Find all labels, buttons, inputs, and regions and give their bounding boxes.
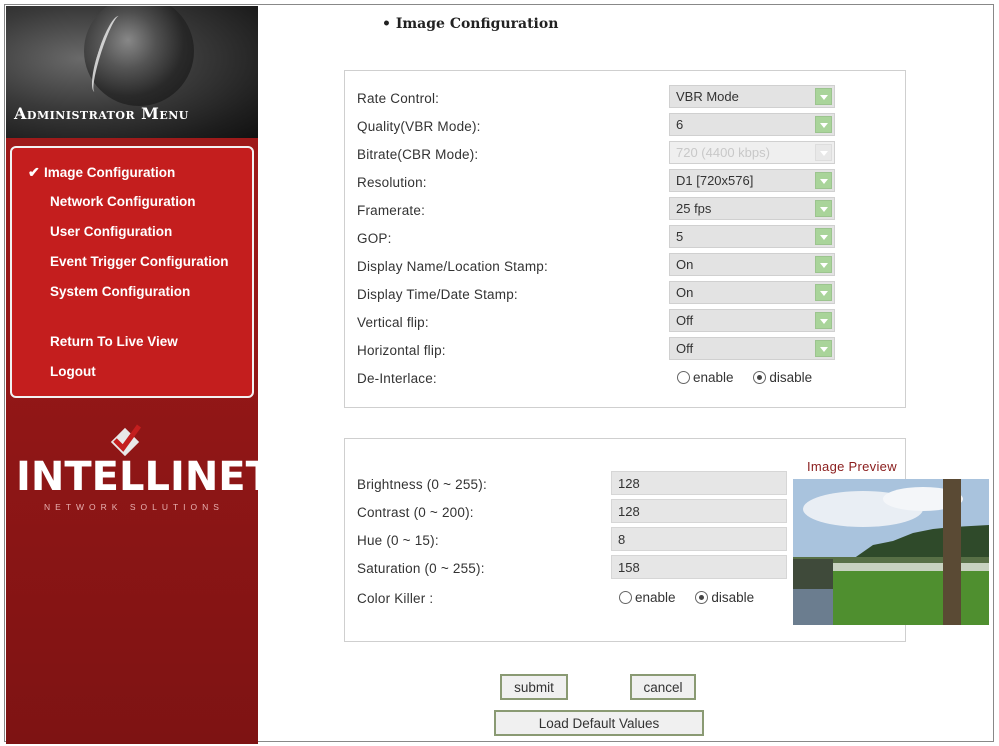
deinterlace-label: De-Interlace: xyxy=(357,371,437,386)
radio-icon[interactable] xyxy=(619,591,632,604)
framerate-select[interactable]: 25 fps xyxy=(669,197,835,220)
menu-item-network-configuration[interactable]: Network Configuration xyxy=(50,194,196,209)
encoding-settings-panel: Rate Control: VBR Mode Quality(VBR Mode)… xyxy=(344,70,906,408)
admin-menu: ✔ Image Configuration Network Configurati… xyxy=(10,146,254,398)
select-value: D1 [720x576] xyxy=(676,173,754,188)
time-date-stamp-label: Display Time/Date Stamp: xyxy=(357,287,518,302)
contrast-label: Contrast (0 ~ 200): xyxy=(357,505,474,520)
resolution-label: Resolution: xyxy=(357,175,427,190)
bitrate-select: 720 (4400 kbps) xyxy=(669,141,835,164)
admin-menu-title: Administrator Menu xyxy=(14,104,189,123)
page-title: • Image Configuration xyxy=(382,16,559,32)
menu-item-return-to-live-view[interactable]: Return To Live View xyxy=(50,334,178,349)
chevron-down-icon xyxy=(815,340,832,357)
color-killer-disable-option[interactable]: disable xyxy=(695,590,754,605)
chevron-down-icon xyxy=(815,116,832,133)
logo-checkmark-icon xyxy=(110,424,142,456)
brightness-label: Brightness (0 ~ 255): xyxy=(357,477,487,492)
chevron-down-icon xyxy=(815,284,832,301)
logo-subtitle: NETWORK SOLUTIONS xyxy=(44,502,224,512)
quality-select[interactable]: 6 xyxy=(669,113,835,136)
select-value: On xyxy=(676,257,694,272)
select-value: On xyxy=(676,285,694,300)
image-preview xyxy=(793,479,989,625)
chevron-down-icon xyxy=(815,312,832,329)
select-value: 720 (4400 kbps) xyxy=(676,145,770,160)
framerate-label: Framerate: xyxy=(357,203,426,218)
color-killer-label: Color Killer : xyxy=(357,591,434,606)
sidebar: Administrator Menu ✔ Image Configuration … xyxy=(6,6,258,744)
image-preview-label: Image Preview xyxy=(807,459,897,474)
option-label: enable xyxy=(635,590,676,605)
cancel-button[interactable]: cancel xyxy=(630,674,696,700)
camera-banner: Administrator Menu xyxy=(6,6,258,138)
option-label: disable xyxy=(769,370,813,385)
bitrate-label: Bitrate(CBR Mode): xyxy=(357,147,479,162)
radio-icon[interactable] xyxy=(677,371,690,384)
main-content: • Image Configuration Rate Control: VBR … xyxy=(262,6,992,742)
select-value: VBR Mode xyxy=(676,89,739,104)
rate-control-select[interactable]: VBR Mode xyxy=(669,85,835,108)
menu-item-logout[interactable]: Logout xyxy=(50,364,96,379)
menu-item-user-configuration[interactable]: User Configuration xyxy=(50,224,172,239)
time-date-stamp-select[interactable]: On xyxy=(669,281,835,304)
option-label: enable xyxy=(693,370,734,385)
chevron-down-icon xyxy=(815,144,832,161)
saturation-input[interactable]: 158 xyxy=(611,555,787,579)
saturation-label: Saturation (0 ~ 255): xyxy=(357,561,485,576)
name-location-stamp-select[interactable]: On xyxy=(669,253,835,276)
chevron-down-icon xyxy=(815,228,832,245)
brightness-input[interactable]: 128 xyxy=(611,471,787,495)
contrast-input[interactable]: 128 xyxy=(611,499,787,523)
name-location-stamp-label: Display Name/Location Stamp: xyxy=(357,259,548,274)
deinterlace-radio-group: enable disable xyxy=(677,370,812,385)
select-value: 5 xyxy=(676,229,684,244)
rate-control-label: Rate Control: xyxy=(357,91,440,106)
quality-label: Quality(VBR Mode): xyxy=(357,119,481,134)
intellinet-logo: INTELLINET NETWORK SOLUTIONS xyxy=(16,416,258,526)
select-value: Off xyxy=(676,313,694,328)
load-default-values-button[interactable]: Load Default Values xyxy=(494,710,704,736)
chevron-down-icon xyxy=(815,200,832,217)
select-value: Off xyxy=(676,341,694,356)
logo-text: INTELLINET xyxy=(16,454,258,500)
checkmark-icon: ✔ xyxy=(28,164,40,180)
select-value: 25 fps xyxy=(676,201,712,216)
color-killer-radio-group: enable disable xyxy=(619,590,754,605)
gop-label: GOP: xyxy=(357,231,392,246)
hue-input[interactable]: 8 xyxy=(611,527,787,551)
color-killer-enable-option[interactable]: enable xyxy=(619,590,676,605)
camera-preview-image xyxy=(793,479,989,625)
vertical-flip-select[interactable]: Off xyxy=(669,309,835,332)
horizontal-flip-label: Horizontal flip: xyxy=(357,343,446,358)
deinterlace-disable-option[interactable]: disable xyxy=(753,370,812,385)
chevron-down-icon xyxy=(815,88,832,105)
menu-item-image-configuration[interactable]: ✔ Image Configuration xyxy=(28,164,175,181)
horizontal-flip-select[interactable]: Off xyxy=(669,337,835,360)
deinterlace-enable-option[interactable]: enable xyxy=(677,370,734,385)
hue-label: Hue (0 ~ 15): xyxy=(357,533,439,548)
menu-item-system-configuration[interactable]: System Configuration xyxy=(50,284,190,299)
option-label: disable xyxy=(711,590,755,605)
menu-item-event-trigger-configuration[interactable]: Event Trigger Configuration xyxy=(50,254,229,269)
image-adjust-panel: Brightness (0 ~ 255): 128 Contrast (0 ~ … xyxy=(344,438,989,642)
menu-item-label: Image Configuration xyxy=(44,165,176,180)
select-value: 6 xyxy=(676,117,684,132)
chevron-down-icon xyxy=(815,256,832,273)
radio-selected-icon[interactable] xyxy=(753,371,767,384)
resolution-select[interactable]: D1 [720x576] xyxy=(669,169,835,192)
radio-selected-icon[interactable] xyxy=(695,591,709,604)
chevron-down-icon xyxy=(815,172,832,189)
gop-select[interactable]: 5 xyxy=(669,225,835,248)
submit-button[interactable]: submit xyxy=(500,674,568,700)
vertical-flip-label: Vertical flip: xyxy=(357,315,429,330)
